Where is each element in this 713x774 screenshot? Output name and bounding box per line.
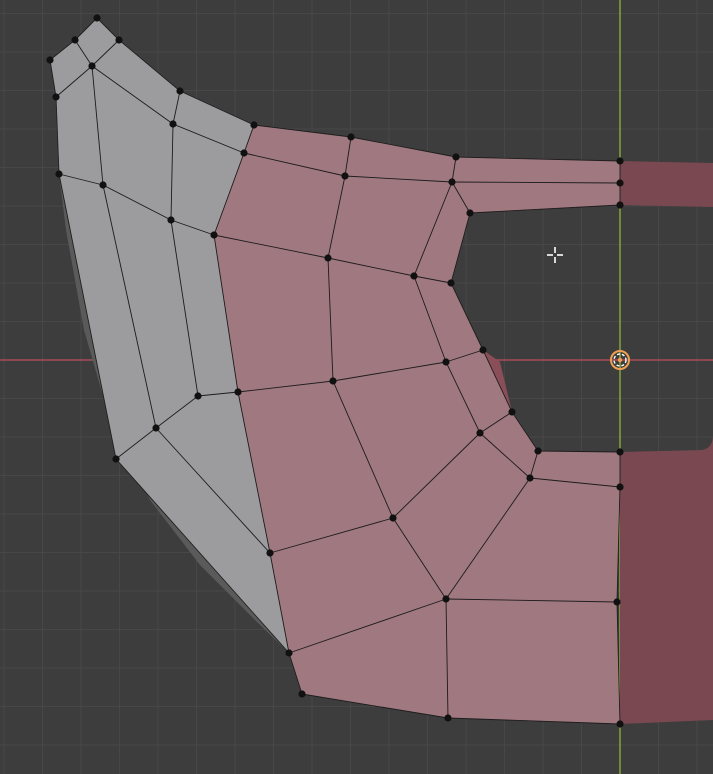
mesh-vertex[interactable] [298, 690, 306, 698]
mesh-vertex[interactable] [616, 720, 624, 728]
mesh-vertex[interactable] [616, 448, 624, 456]
mesh-vertex[interactable] [112, 455, 120, 463]
mesh-vertex[interactable] [389, 514, 397, 522]
mesh-face-selected[interactable] [445, 598, 621, 725]
mesh-vertex[interactable] [266, 549, 274, 557]
mesh-vertex[interactable] [240, 149, 248, 157]
mesh-vertex[interactable] [99, 181, 107, 189]
mesh-vertex[interactable] [194, 392, 202, 400]
mesh-vertex[interactable] [616, 157, 624, 165]
mesh-vertex[interactable] [347, 133, 355, 141]
mesh-vertex[interactable] [341, 172, 349, 180]
mesh-vertex[interactable] [616, 483, 624, 491]
mesh-vertex[interactable] [447, 279, 455, 287]
mesh-vertex[interactable] [616, 201, 624, 209]
mesh-vertex[interactable] [534, 447, 542, 455]
mesh-vertex[interactable] [88, 62, 96, 70]
mesh-vertex[interactable] [616, 179, 624, 187]
mesh-face-selected[interactable] [451, 156, 621, 184]
mesh-vertex[interactable] [46, 56, 54, 64]
mesh-vertex[interactable] [152, 424, 160, 432]
mesh-vertex[interactable] [234, 388, 242, 396]
mesh-vertex[interactable] [410, 272, 418, 280]
mesh-vertex[interactable] [442, 595, 450, 603]
mesh-vertex[interactable] [250, 121, 258, 129]
mirror-face-top [620, 161, 713, 207]
mesh-vertex[interactable] [93, 14, 101, 22]
mesh-vertex[interactable] [71, 36, 79, 44]
mesh-vertex[interactable] [169, 120, 177, 128]
mesh-vertex[interactable] [329, 377, 337, 385]
mesh-vertex[interactable] [452, 153, 460, 161]
mesh-vertex[interactable] [442, 358, 450, 366]
mesh-vertex[interactable] [210, 231, 218, 239]
mirror-mesh [620, 161, 713, 724]
mesh-vertex[interactable] [167, 216, 175, 224]
mesh-vertex[interactable] [476, 429, 484, 437]
mesh-vertex[interactable] [613, 598, 621, 606]
viewport-canvas[interactable] [0, 0, 713, 774]
mesh-vertex[interactable] [324, 254, 332, 262]
mesh-vertex[interactable] [526, 474, 534, 482]
mesh-vertex[interactable] [285, 649, 293, 657]
mesh-vertex[interactable] [508, 408, 516, 416]
mesh-vertex[interactable] [52, 93, 60, 101]
mesh-face-selected[interactable] [451, 181, 621, 214]
3d-viewport[interactable] [0, 0, 713, 774]
mesh-vertex[interactable] [444, 714, 452, 722]
mesh-vertex[interactable] [176, 87, 184, 95]
mesh-vertex[interactable] [466, 209, 474, 217]
mesh-vertex[interactable] [115, 36, 123, 44]
origin-dot[interactable] [617, 357, 623, 363]
mesh-face-selected[interactable] [344, 136, 457, 183]
mesh-vertex[interactable] [448, 178, 456, 186]
mirror-face-bottom [620, 435, 713, 724]
mesh-vertex[interactable] [479, 346, 487, 354]
mesh-vertex[interactable] [55, 170, 63, 178]
crosshair-cursor-icon [547, 247, 563, 263]
